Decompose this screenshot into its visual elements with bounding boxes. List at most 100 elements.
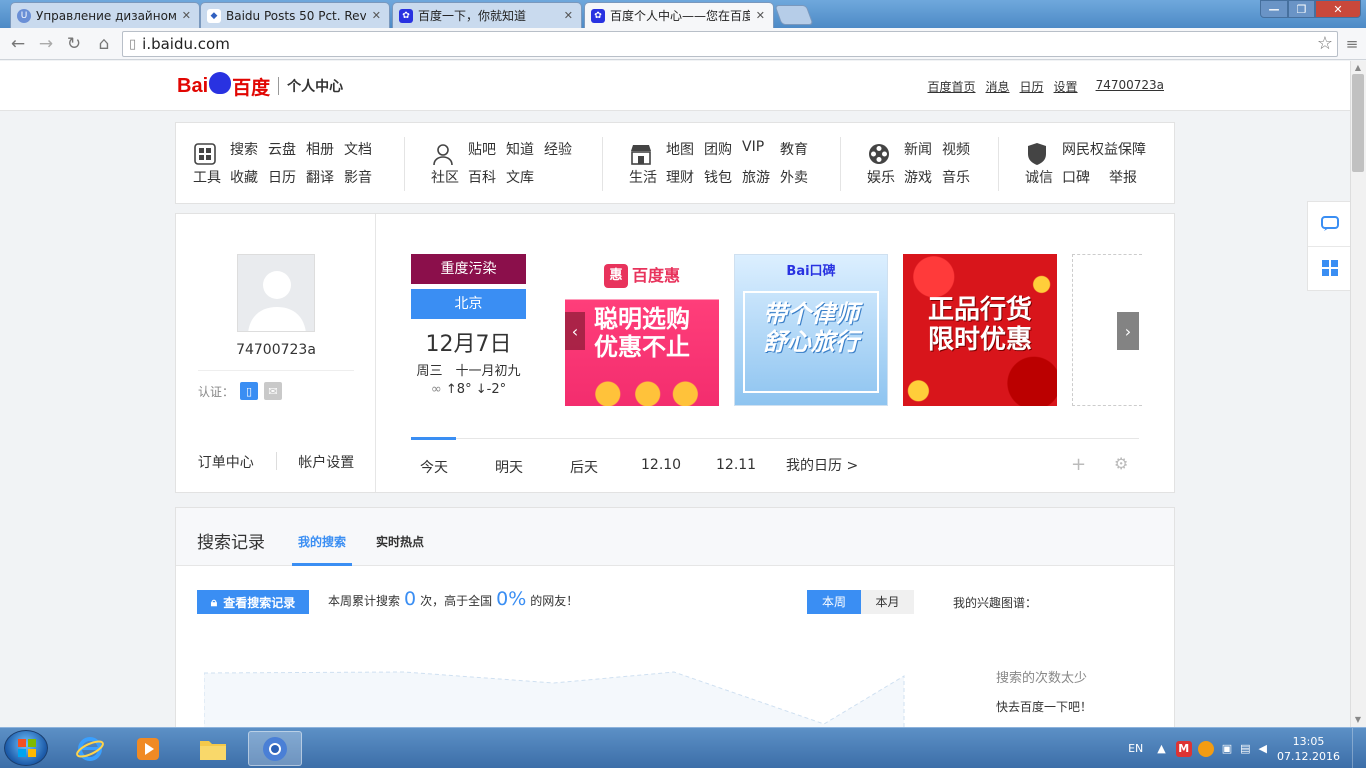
reload-icon[interactable]: ↻ (62, 32, 86, 56)
mail-icon[interactable]: ✉ (264, 382, 283, 400)
nav-link[interactable]: 相册 (306, 139, 334, 159)
link-calendar[interactable]: 日历 (1020, 78, 1044, 95)
tray-m-icon[interactable]: M (1175, 740, 1192, 757)
phone-icon[interactable]: ▯ (240, 382, 259, 400)
nav-link[interactable]: 百科 (468, 167, 496, 187)
home-icon[interactable]: ⌂ (92, 32, 116, 56)
nav-link[interactable]: 影音 (344, 167, 372, 187)
taskbar-clock[interactable]: 13:05 07.12.2016 (1277, 734, 1340, 764)
tray-expand-icon[interactable]: ▲ (1157, 742, 1165, 755)
tab-hot-topics[interactable]: 实时热点 (376, 533, 424, 550)
nav-link[interactable]: 搜索 (230, 139, 258, 159)
link-username[interactable]: 74700723a (1096, 78, 1164, 95)
nav-link[interactable]: 口碑 (1062, 167, 1099, 187)
avatar[interactable] (237, 254, 315, 332)
scroll-up-icon[interactable]: ▲ (1352, 62, 1364, 74)
view-search-history-button[interactable]: 🔒︎ 查看搜索记录 (197, 590, 309, 614)
nav-link[interactable]: 知道 (506, 139, 534, 159)
week-toggle[interactable]: 本周 (807, 590, 861, 614)
nav-link[interactable]: 旅游 (742, 167, 770, 187)
shop-icon[interactable] (628, 141, 654, 167)
scroll-down-icon[interactable]: ▼ (1352, 714, 1364, 726)
show-desktop-button[interactable] (1352, 728, 1366, 768)
volume-icon[interactable]: ◀ (1259, 742, 1267, 755)
nav-link[interactable]: 文档 (344, 139, 372, 159)
city-button[interactable]: 北京 (411, 289, 526, 319)
nav-link[interactable]: 文库 (506, 167, 534, 187)
address-bar[interactable]: ▯ i.baidu.com ☆ (122, 31, 1338, 57)
nav-group-label[interactable]: 娱乐 (864, 167, 898, 187)
chrome-taskbar-icon[interactable] (248, 731, 302, 766)
network-icon[interactable]: ▤ (1240, 742, 1250, 755)
tab-date-1210[interactable]: 12.10 (641, 457, 681, 473)
browser-tab-0[interactable]: U Управление дизайном - ✕ (10, 2, 200, 28)
banner-koubei[interactable]: Bai口碑 带个律师 舒心旅行 (734, 254, 888, 406)
app-grid-icon[interactable] (1320, 258, 1340, 278)
profile-username[interactable]: 74700723a (176, 342, 376, 358)
tab-my-search[interactable]: 我的搜索 (298, 533, 346, 550)
banner-genuine-goods[interactable]: 正品行货 限时优惠 (903, 254, 1057, 406)
shield-icon[interactable] (1024, 141, 1050, 167)
nav-group-label[interactable]: 生活 (626, 167, 660, 187)
close-icon[interactable]: ✕ (372, 9, 381, 22)
close-icon[interactable]: ✕ (756, 9, 765, 22)
grid-icon[interactable] (192, 141, 218, 167)
order-center-link[interactable]: 订单中心 (176, 452, 276, 472)
file-explorer-icon[interactable] (186, 731, 240, 766)
nav-group-label[interactable]: 社区 (428, 167, 462, 187)
nav-link[interactable]: 新闻 (904, 139, 932, 159)
nav-link[interactable]: 举报 (1109, 167, 1146, 187)
link-settings[interactable]: 设置 (1054, 78, 1078, 95)
nav-group-label[interactable]: 诚信 (1022, 167, 1056, 187)
tab-tomorrow[interactable]: 明天 (495, 457, 523, 477)
browser-tab-2[interactable]: ✿ 百度一下，你就知道 ✕ (392, 2, 582, 28)
feedback-chat-icon[interactable] (1320, 214, 1340, 234)
nav-link[interactable]: VIP (742, 139, 770, 159)
tab-today[interactable]: 今天 (420, 457, 448, 477)
tray-device-icon[interactable]: ▣ (1222, 742, 1232, 755)
start-button[interactable] (4, 730, 48, 766)
go-search-text[interactable]: 快去百度一下吧！ (996, 698, 1092, 715)
link-baidu-home[interactable]: 百度首页 (928, 78, 976, 95)
nav-link[interactable]: 教育 (780, 139, 808, 159)
nav-link[interactable]: 钱包 (704, 167, 732, 187)
film-reel-icon[interactable] (866, 141, 892, 167)
browser-tab-3[interactable]: ✿ 百度个人中心——您在百度 ✕ (584, 2, 774, 28)
nav-link[interactable]: 游戏 (904, 167, 932, 187)
gear-icon[interactable]: ⚙ (1114, 454, 1128, 473)
scrollbar-thumb[interactable] (1352, 74, 1364, 172)
tab-day-after[interactable]: 后天 (570, 457, 598, 477)
close-window-button[interactable]: ✕ (1315, 0, 1361, 18)
nav-link[interactable]: 视频 (942, 139, 970, 159)
browser-tab-1[interactable]: ◆ Baidu Posts 50 Pct. Revenu ✕ (200, 2, 390, 28)
month-toggle[interactable]: 本月 (861, 590, 914, 614)
tab-my-calendar[interactable]: 我的日历 > (786, 455, 858, 475)
close-icon[interactable]: ✕ (182, 9, 191, 22)
nav-link[interactable]: 外卖 (780, 167, 808, 187)
language-indicator[interactable]: EN (1128, 742, 1143, 755)
tray-orange-icon[interactable] (1197, 740, 1214, 757)
internet-explorer-icon[interactable] (63, 731, 117, 766)
maximize-button[interactable]: ❐ (1288, 0, 1315, 18)
nav-link[interactable]: 理财 (666, 167, 694, 187)
forward-arrow-icon[interactable]: → (34, 32, 58, 56)
nav-link[interactable]: 云盘 (268, 139, 296, 159)
nav-link[interactable]: 音乐 (942, 167, 970, 187)
baidu-logo[interactable]: Bai 百度 个人中心 (177, 71, 343, 101)
close-icon[interactable]: ✕ (564, 9, 573, 22)
media-player-icon[interactable] (121, 731, 175, 766)
add-icon[interactable]: + (1071, 454, 1086, 475)
back-arrow-icon[interactable]: ← (6, 32, 30, 56)
nav-link[interactable]: 日历 (268, 167, 296, 187)
nav-link[interactable]: 收藏 (230, 167, 258, 187)
nav-link[interactable]: 翻译 (306, 167, 334, 187)
menu-icon[interactable]: ≡ (1340, 32, 1364, 56)
tab-date-1211[interactable]: 12.11 (716, 457, 756, 473)
new-tab-button[interactable] (774, 5, 814, 25)
carousel-next-button[interactable]: › (1117, 312, 1139, 350)
account-settings-link[interactable]: 帐户设置 (277, 452, 377, 472)
minimize-button[interactable]: — (1260, 0, 1288, 18)
nav-link[interactable]: 网民权益保障 (1062, 139, 1146, 159)
nav-group-label[interactable]: 工具 (190, 167, 224, 187)
nav-link[interactable]: 贴吧 (468, 139, 496, 159)
